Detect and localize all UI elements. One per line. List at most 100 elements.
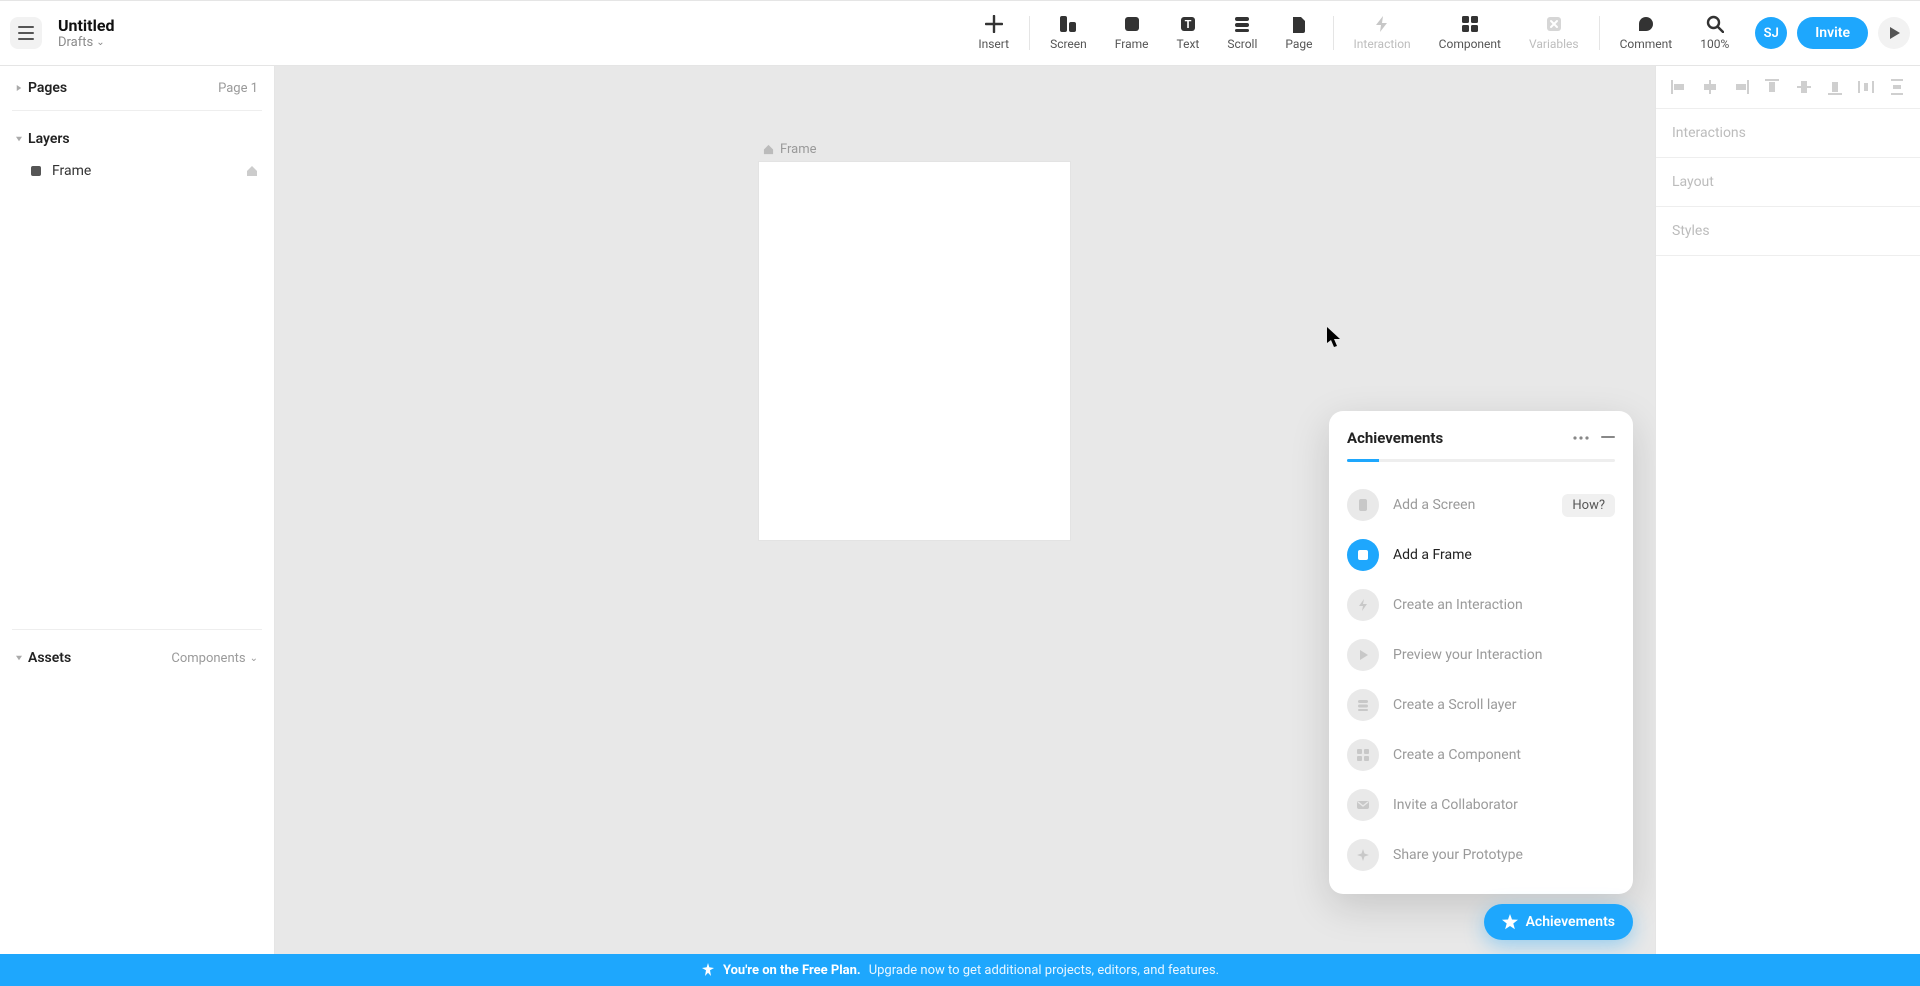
divider bbox=[12, 110, 262, 111]
achievement-create-scroll[interactable]: Create a Scroll layer bbox=[1347, 680, 1615, 730]
assets-filter-dropdown[interactable]: Components ⌄ bbox=[171, 651, 258, 666]
sparkle-icon bbox=[701, 963, 715, 977]
achievements-title: Achievements bbox=[1347, 429, 1443, 447]
pages-label: Pages bbox=[28, 80, 67, 96]
align-center-h-button[interactable] bbox=[1701, 78, 1719, 96]
top-toolbar: Untitled Drafts ⌄ Insert Screen Frame T … bbox=[0, 0, 1920, 66]
align-top-button[interactable] bbox=[1763, 78, 1781, 96]
styles-section-header[interactable]: Styles bbox=[1656, 207, 1920, 256]
frame-icon bbox=[1347, 539, 1379, 571]
layout-section-header[interactable]: Layout bbox=[1656, 158, 1920, 207]
page-tool[interactable]: Page bbox=[1271, 1, 1326, 65]
chevron-down-icon: ⌄ bbox=[96, 37, 104, 48]
layers-label: Layers bbox=[28, 131, 70, 147]
zoom-tool[interactable]: 100% bbox=[1686, 1, 1743, 65]
achievement-create-component[interactable]: Create a Component bbox=[1347, 730, 1615, 780]
document-folder-dropdown[interactable]: Drafts ⌄ bbox=[58, 35, 114, 50]
screen-tool[interactable]: Screen bbox=[1036, 1, 1101, 65]
user-avatar[interactable]: SJ bbox=[1755, 17, 1787, 49]
insert-tool[interactable]: Insert bbox=[964, 1, 1023, 65]
achievement-preview-interaction[interactable]: Preview your Interaction bbox=[1347, 630, 1615, 680]
canvas-frame-title[interactable]: Frame bbox=[763, 142, 817, 157]
play-icon bbox=[1347, 639, 1379, 671]
interaction-tool[interactable]: Interaction bbox=[1340, 1, 1425, 65]
align-top-icon bbox=[1763, 78, 1781, 96]
align-right-button[interactable] bbox=[1732, 78, 1750, 96]
achievement-add-screen[interactable]: Add a Screen How? bbox=[1347, 480, 1615, 530]
mail-icon bbox=[1347, 789, 1379, 821]
achievement-label: Preview your Interaction bbox=[1393, 647, 1542, 663]
variables-icon bbox=[1545, 15, 1563, 33]
achievement-create-interaction[interactable]: Create an Interaction bbox=[1347, 580, 1615, 630]
achievements-panel: Achievements Add a Screen How bbox=[1329, 411, 1633, 894]
menu-button[interactable] bbox=[10, 17, 42, 49]
text-tool[interactable]: T Text bbox=[1163, 1, 1214, 65]
screen-label: Screen bbox=[1050, 37, 1087, 51]
minus-icon bbox=[1601, 436, 1615, 438]
achievement-share-prototype[interactable]: Share your Prototype bbox=[1347, 830, 1615, 880]
assets-header[interactable]: Assets Components ⌄ bbox=[0, 636, 274, 674]
banner-bold-text: You're on the Free Plan. bbox=[723, 963, 861, 978]
minimize-button[interactable] bbox=[1601, 436, 1615, 440]
achievement-invite-collaborator[interactable]: Invite a Collaborator bbox=[1347, 780, 1615, 830]
distribute-h-button[interactable] bbox=[1857, 78, 1875, 96]
text-icon: T bbox=[1179, 15, 1197, 33]
align-bottom-button[interactable] bbox=[1826, 78, 1844, 96]
play-button[interactable] bbox=[1878, 17, 1910, 49]
toolbar-center: Insert Screen Frame T Text Scroll Page I… bbox=[964, 1, 1743, 65]
sparkle-icon bbox=[1347, 839, 1379, 871]
chevron-down-icon: ⌄ bbox=[250, 653, 258, 664]
component-label: Component bbox=[1439, 37, 1501, 51]
home-icon bbox=[246, 165, 258, 177]
search-icon bbox=[1706, 15, 1724, 33]
more-button[interactable] bbox=[1573, 436, 1589, 440]
chevron-down-icon bbox=[16, 655, 22, 661]
text-label: Text bbox=[1177, 37, 1200, 51]
achievement-label: Add a Frame bbox=[1393, 547, 1472, 563]
layers-header[interactable]: Layers bbox=[0, 117, 274, 155]
document-title[interactable]: Untitled bbox=[58, 16, 114, 35]
comment-tool[interactable]: Comment bbox=[1606, 1, 1687, 65]
align-toolbar bbox=[1656, 66, 1920, 109]
toolbar-separator bbox=[1599, 16, 1600, 50]
chevron-right-icon bbox=[16, 85, 22, 91]
align-center-v-button[interactable] bbox=[1795, 78, 1813, 96]
zoom-label: 100% bbox=[1700, 37, 1729, 51]
play-icon bbox=[1887, 26, 1901, 40]
component-tool[interactable]: Component bbox=[1425, 1, 1515, 65]
banner-rest-text: Upgrade now to get additional projects, … bbox=[869, 963, 1219, 978]
canvas-frame-title-text: Frame bbox=[780, 142, 817, 157]
scroll-icon bbox=[1233, 15, 1251, 33]
assets-filter-label: Components bbox=[171, 651, 245, 666]
achievement-label: Invite a Collaborator bbox=[1393, 797, 1518, 813]
distribute-h-icon bbox=[1857, 78, 1875, 96]
frame-icon bbox=[1123, 15, 1141, 33]
main-area: Pages Page 1 Layers Frame Assets bbox=[0, 66, 1920, 954]
interaction-label: Interaction bbox=[1354, 37, 1411, 51]
frame-tool[interactable]: Frame bbox=[1101, 1, 1163, 65]
pages-header[interactable]: Pages Page 1 bbox=[0, 66, 274, 104]
achievement-add-frame[interactable]: Add a Frame bbox=[1347, 530, 1615, 580]
scroll-tool[interactable]: Scroll bbox=[1213, 1, 1271, 65]
page-icon bbox=[1290, 15, 1308, 33]
distribute-v-button[interactable] bbox=[1888, 78, 1906, 96]
align-bottom-icon bbox=[1826, 78, 1844, 96]
invite-button[interactable]: Invite bbox=[1797, 17, 1868, 49]
achievements-progress-fill bbox=[1347, 459, 1379, 462]
star-icon bbox=[1502, 914, 1518, 930]
upgrade-banner[interactable]: You're on the Free Plan. Upgrade now to … bbox=[0, 954, 1920, 986]
achievements-button[interactable]: Achievements bbox=[1484, 904, 1633, 940]
layer-item-frame[interactable]: Frame bbox=[0, 155, 274, 187]
comment-label: Comment bbox=[1620, 37, 1673, 51]
canvas-frame[interactable] bbox=[759, 162, 1070, 540]
right-panel: Interactions Layout Styles bbox=[1655, 66, 1920, 954]
align-left-button[interactable] bbox=[1670, 78, 1688, 96]
canvas[interactable]: Frame Achievements bbox=[275, 66, 1655, 954]
achievements-progress bbox=[1347, 459, 1615, 462]
variables-tool[interactable]: Variables bbox=[1515, 1, 1593, 65]
interactions-section-header[interactable]: Interactions bbox=[1656, 109, 1920, 158]
frame-label: Frame bbox=[1115, 37, 1149, 51]
home-icon bbox=[763, 144, 774, 155]
how-button[interactable]: How? bbox=[1562, 494, 1615, 517]
toolbar-separator bbox=[1029, 16, 1030, 50]
